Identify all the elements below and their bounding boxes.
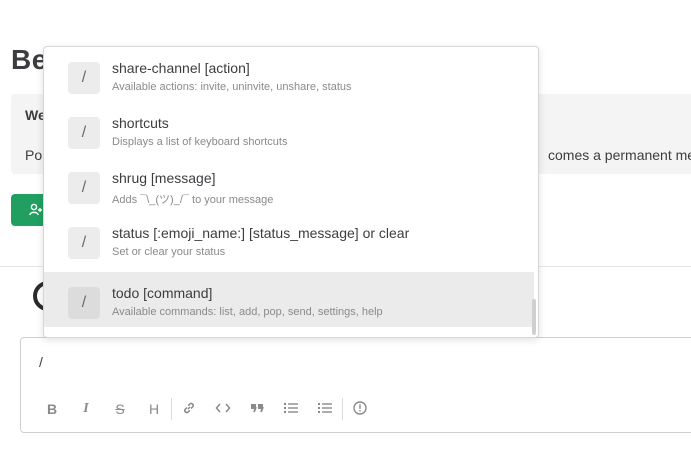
- message-editor[interactable]: / B I S H: [20, 337, 691, 433]
- slash-icon: /: [68, 227, 100, 259]
- message-input[interactable]: /: [39, 354, 43, 370]
- code-icon: [215, 401, 231, 417]
- welcome-text-continued: comes a permanent me: [548, 147, 691, 163]
- command-name: shortcuts: [112, 115, 169, 131]
- strikethrough-button[interactable]: S: [103, 398, 137, 420]
- autocomplete-scrollbar[interactable]: [532, 299, 536, 335]
- slash-icon: /: [68, 62, 100, 94]
- italic-button[interactable]: I: [69, 398, 103, 420]
- formatting-toolbar: B I S H: [35, 398, 377, 420]
- add-user-icon: [29, 203, 43, 222]
- link-button[interactable]: [172, 398, 206, 420]
- command-item-todo[interactable]: / todo [command] Available commands: lis…: [44, 272, 534, 327]
- strikethrough-icon: S: [115, 401, 125, 417]
- link-icon: [182, 401, 196, 418]
- command-name: status [:emoji_name:] [status_message] o…: [112, 225, 410, 241]
- bold-icon: B: [46, 401, 58, 417]
- bold-button[interactable]: B: [35, 398, 69, 420]
- quote-icon: [250, 401, 264, 417]
- heading-icon: H: [148, 401, 160, 417]
- command-name: shrug [message]: [112, 170, 216, 186]
- heading-button[interactable]: H: [137, 398, 171, 420]
- command-name: share-channel [action]: [112, 60, 250, 76]
- command-description: Adds ¯\_(ツ)_/¯ to your message: [112, 194, 274, 206]
- numbered-list-icon: [317, 401, 333, 417]
- welcome-text: Po: [25, 147, 43, 163]
- bulleted-list-icon: [283, 401, 299, 417]
- command-item-status[interactable]: / status [:emoji_name:] [status_message]…: [44, 212, 534, 267]
- formatting-help-button[interactable]: [343, 398, 377, 420]
- slash-icon: /: [68, 287, 100, 319]
- command-description: Available commands: list, add, pop, send…: [112, 306, 383, 318]
- slash-icon: /: [68, 117, 100, 149]
- command-item-shrug[interactable]: / shrug [message] Adds ¯\_(ツ)_/¯ to your…: [44, 157, 534, 212]
- bulleted-list-button[interactable]: [274, 398, 308, 420]
- command-item-share-channel[interactable]: / share-channel [action] Available actio…: [44, 47, 534, 102]
- code-button[interactable]: [206, 398, 240, 420]
- command-description: Set or clear your status: [112, 246, 226, 258]
- info-circle-icon: [353, 400, 367, 418]
- italic-icon: I: [83, 401, 89, 416]
- slash-icon: /: [68, 172, 100, 204]
- command-description: Available actions: invite, uninvite, uns…: [112, 81, 352, 93]
- command-name: todo [command]: [112, 285, 213, 301]
- slash-command-autocomplete: / share-channel [action] Available actio…: [43, 46, 539, 338]
- command-description: Displays a list of keyboard shortcuts: [112, 136, 288, 148]
- command-item-shortcuts[interactable]: / shortcuts Displays a list of keyboard …: [44, 102, 534, 157]
- quote-button[interactable]: [240, 398, 274, 420]
- numbered-list-button[interactable]: [308, 398, 342, 420]
